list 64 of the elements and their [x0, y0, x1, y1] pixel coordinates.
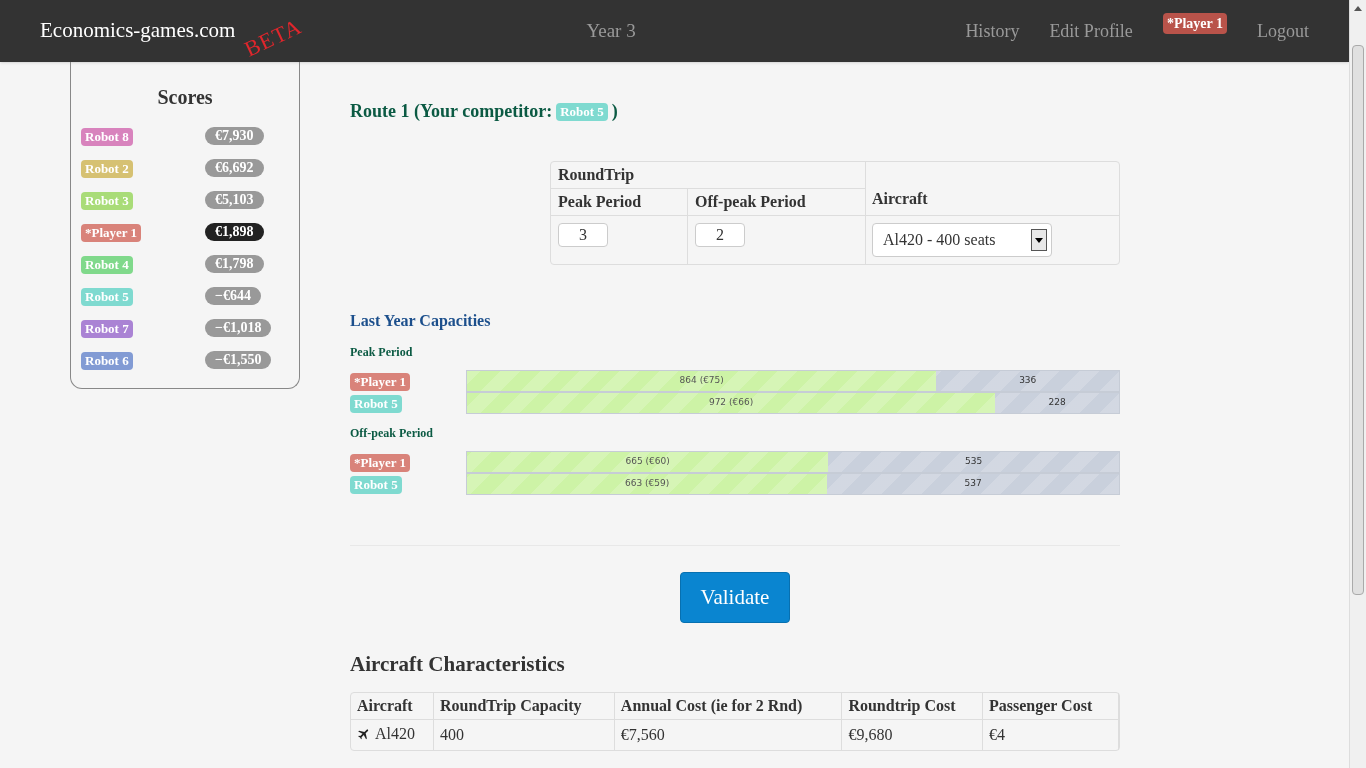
user-badge[interactable]: *Player 1 — [1162, 12, 1227, 34]
table-header: Off-peak Period — [688, 189, 866, 216]
table-header: Aircraft — [351, 692, 435, 720]
capacities-title: Last Year Capacities — [350, 311, 492, 332]
logout-link[interactable]: Logout — [1257, 17, 1309, 45]
player-badge: Robot 8 — [81, 128, 133, 146]
aircraft-select[interactable]: Al420 - 400 seats — [872, 223, 1052, 257]
offpeak-input[interactable]: 2 — [695, 223, 745, 247]
free-label: 535 — [965, 455, 983, 469]
used-label: 972 (€66) — [708, 396, 754, 410]
free-label: 336 — [1019, 374, 1037, 388]
year-label: Year 3 — [586, 18, 636, 43]
player-badge: Robot 5 — [556, 102, 608, 121]
brand-link[interactable]: Economics-games.com — [40, 15, 236, 47]
player-badge: Robot 5 — [350, 395, 402, 413]
nav-link[interactable]: Edit Profile — [1049, 17, 1133, 45]
route-heading: Route 1 (Your competitor: — [350, 100, 553, 123]
scores-title: Scores — [156, 85, 214, 110]
nav-link[interactable]: History — [965, 17, 1020, 45]
player-badge: *Player 1 — [81, 224, 142, 242]
period-title: Peak Period — [350, 344, 414, 361]
table-header: Annual Cost (ie for 2 Rnd) — [614, 692, 843, 720]
table-cell: 400 — [434, 719, 615, 750]
score-pill: −€1,018 — [205, 319, 272, 337]
used-label: 663 (€59) — [625, 477, 670, 491]
table-header: Roundtrip Cost — [842, 692, 983, 720]
period-title: Off-peak Period — [350, 425, 434, 442]
used-label: 665 (€60) — [625, 455, 670, 469]
score-pill: −€644 — [205, 287, 261, 305]
used-label: 864 (€75) — [679, 374, 724, 388]
free-label: 228 — [1048, 396, 1066, 410]
validate-button[interactable]: Validate — [679, 572, 791, 623]
player-badge: *Player 1 — [350, 373, 411, 391]
free-label: 537 — [964, 477, 982, 491]
player-badge: Robot 5 — [81, 288, 133, 306]
scroll-up-icon — [1354, 6, 1362, 11]
table-cell: Al420 — [351, 719, 435, 750]
table-cell: €9,680 — [842, 719, 983, 750]
score-pill: €1,798 — [205, 255, 264, 273]
player-badge: Robot 3 — [81, 192, 133, 210]
table-header: Passenger Cost — [982, 692, 1119, 720]
plane-icon — [357, 726, 371, 741]
player-badge: *Player 1 — [350, 454, 411, 472]
table-header: RoundTrip — [551, 162, 866, 189]
player-badge: Robot 2 — [81, 160, 133, 178]
beta-label: BETA — [239, 12, 307, 63]
table-header: Aircraft — [872, 189, 928, 209]
table-header: Peak Period — [551, 189, 688, 216]
player-badge: Robot 5 — [350, 476, 402, 494]
player-badge: Robot 4 — [81, 256, 133, 274]
heading-paren: ) — [611, 100, 618, 123]
dropdown-icon — [1031, 229, 1047, 251]
table-header: RoundTrip Capacity — [434, 692, 615, 720]
table-cell: €4 — [982, 719, 1119, 750]
player-badge: Robot 7 — [81, 320, 133, 338]
score-pill: €7,930 — [205, 127, 264, 145]
player-badge: Robot 6 — [81, 352, 133, 370]
score-pill: €1,898 — [205, 223, 264, 241]
score-pill: €6,692 — [205, 159, 264, 177]
score-pill: −€1,550 — [205, 351, 272, 369]
peak-input[interactable]: 3 — [558, 223, 608, 247]
table-cell: €7,560 — [614, 719, 843, 750]
characteristics-title: Aircraft Characteristics — [350, 651, 566, 678]
score-pill: €5,103 — [205, 191, 264, 209]
